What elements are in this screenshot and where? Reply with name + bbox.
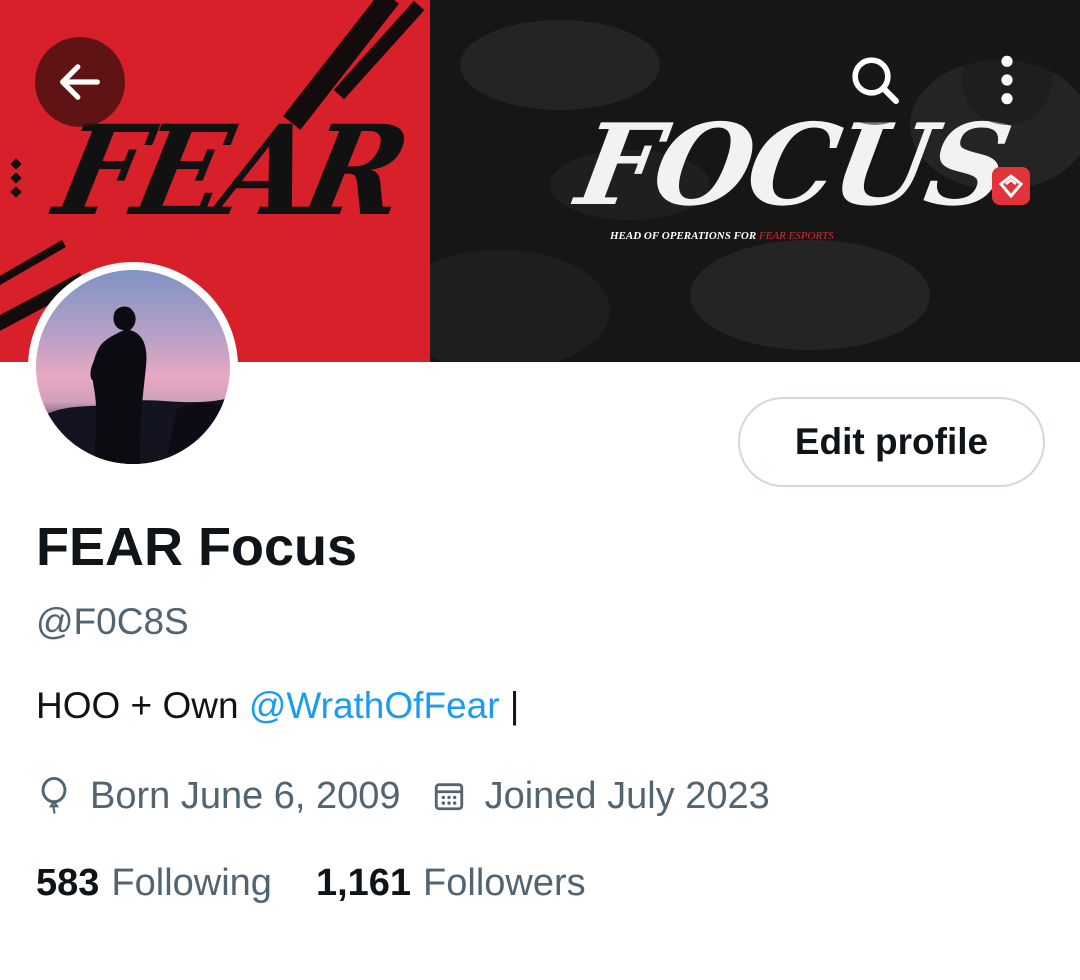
calendar-icon xyxy=(431,776,467,816)
bio-suffix: | xyxy=(499,685,520,726)
followers-count: 1,161 xyxy=(315,862,412,904)
banner-focus-word: FOCUS xyxy=(568,100,1017,231)
following-label: Following xyxy=(111,862,272,904)
search-icon xyxy=(852,57,900,105)
decorative-diamonds xyxy=(10,158,22,202)
fear-logo-badge-icon xyxy=(992,167,1030,205)
more-vertical-icon xyxy=(1001,55,1013,105)
banner-fear-word: FEAR xyxy=(44,97,415,244)
follow-stats: 583 Following 1,161 Followers xyxy=(36,862,586,905)
bio-text: HOO + Own xyxy=(36,685,249,726)
edit-profile-button[interactable]: Edit profile xyxy=(738,397,1045,487)
search-button[interactable] xyxy=(830,35,920,125)
following-count: 583 xyxy=(36,862,100,904)
display-name: FEAR Focus xyxy=(36,517,358,577)
balloon-icon xyxy=(36,776,72,816)
user-handle: @F0C8S xyxy=(36,601,189,642)
followers-label: Followers xyxy=(423,862,586,904)
more-options-button[interactable] xyxy=(962,35,1052,125)
bio-mention-link[interactable]: @WrathOfFear xyxy=(249,685,500,726)
profile-bio: HOO + Own @WrathOfFear | xyxy=(36,685,519,727)
followers-link[interactable]: 1,161 Followers xyxy=(316,862,586,905)
avatar-photo xyxy=(36,270,230,464)
following-link[interactable]: 583 Following xyxy=(36,862,272,905)
joined-date: Joined July 2023 xyxy=(484,774,770,817)
profile-meta: Born June 6, 2009 Joined July 2023 xyxy=(36,772,770,820)
banner-tagline: HEAD OF OPERATIONS FOR FEAR ESPORTS xyxy=(610,230,834,242)
back-button[interactable] xyxy=(35,37,125,127)
avatar[interactable] xyxy=(28,262,238,472)
birth-date: Born June 6, 2009 xyxy=(90,774,401,817)
arrow-left-icon xyxy=(60,64,100,100)
